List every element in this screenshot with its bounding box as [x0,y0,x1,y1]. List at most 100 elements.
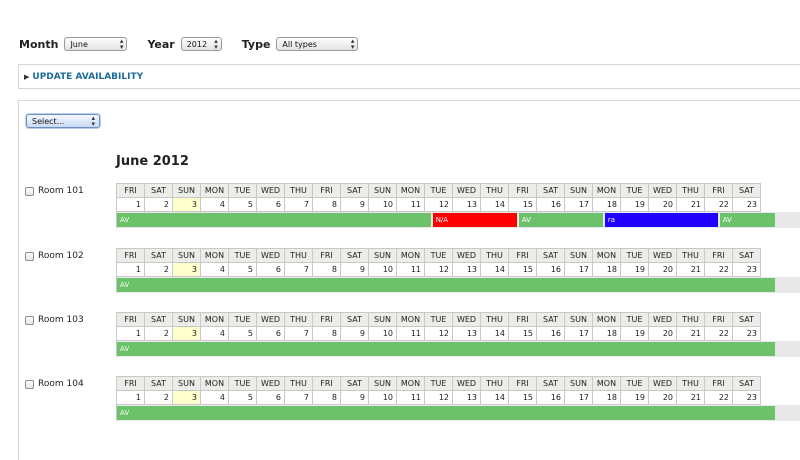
date-cell[interactable]: 1 [116,390,145,405]
date-cell[interactable]: 22 [704,326,733,341]
availability-segment-na[interactable]: N/A [432,213,517,227]
date-cell[interactable]: 13 [452,197,481,212]
date-cell[interactable]: 19 [620,262,649,277]
date-cell[interactable]: 8 [312,197,341,212]
date-cell[interactable]: 21 [676,197,705,212]
date-cell[interactable]: 12 [424,197,453,212]
type-select[interactable]: All types ▴ ▾ [276,37,359,51]
date-cell[interactable]: 9 [340,390,369,405]
bulk-action-select[interactable]: Select... ▴ ▾ [26,114,100,128]
date-cell[interactable]: 16 [536,326,565,341]
date-cell[interactable]: 2 [144,197,173,212]
date-cell[interactable]: 15 [508,326,537,341]
date-cell[interactable]: 13 [452,262,481,277]
date-cell[interactable]: 20 [648,197,677,212]
availability-segment-available[interactable]: AV [518,213,603,227]
date-cell[interactable]: 15 [508,262,537,277]
date-cell[interactable]: 4 [200,390,229,405]
date-cell[interactable]: 23 [732,326,761,341]
date-cell[interactable]: 17 [564,390,593,405]
date-cell[interactable]: 12 [424,326,453,341]
year-select[interactable]: 2012 ▴ ▾ [180,37,222,51]
date-cell[interactable]: 3 [172,197,201,212]
date-cell[interactable]: 8 [312,390,341,405]
update-availability-link[interactable]: UPDATE AVAILABILITY [32,72,143,82]
date-cell[interactable]: 3 [172,390,201,405]
date-cell[interactable]: 16 [536,390,565,405]
date-cell[interactable]: 10 [368,390,397,405]
date-cell[interactable]: 18 [592,390,621,405]
date-cell[interactable]: 6 [256,197,285,212]
date-cell[interactable]: 18 [592,326,621,341]
date-cell[interactable]: 16 [536,197,565,212]
date-cell[interactable]: 23 [732,262,761,277]
date-cell[interactable]: 7 [284,390,313,405]
date-cell[interactable]: 17 [564,326,593,341]
date-cell[interactable]: 11 [396,390,425,405]
date-cell[interactable]: 14 [480,197,509,212]
date-cell[interactable]: 2 [144,262,173,277]
date-cell[interactable]: 12 [424,262,453,277]
availability-segment-available[interactable]: AV [117,213,431,227]
date-cell[interactable]: 22 [704,262,733,277]
date-cell[interactable]: 10 [368,262,397,277]
date-cell[interactable]: 10 [368,197,397,212]
date-cell[interactable]: 7 [284,197,313,212]
availability-segment-available[interactable]: AV [719,213,776,227]
availability-segment-available[interactable]: AV [117,342,776,356]
date-cell[interactable]: 15 [508,197,537,212]
date-cell[interactable]: 4 [200,197,229,212]
date-cell[interactable]: 12 [424,390,453,405]
date-cell[interactable]: 15 [508,390,537,405]
room-checkbox[interactable] [25,379,34,389]
date-cell[interactable]: 11 [396,326,425,341]
date-cell[interactable]: 19 [620,390,649,405]
date-cell[interactable]: 9 [340,262,369,277]
date-cell[interactable]: 1 [116,326,145,341]
date-cell[interactable]: 10 [368,326,397,341]
date-cell[interactable]: 13 [452,390,481,405]
date-cell[interactable]: 4 [200,326,229,341]
date-cell[interactable]: 18 [592,262,621,277]
date-cell[interactable]: 22 [704,197,733,212]
date-cell[interactable]: 3 [172,262,201,277]
room-checkbox[interactable] [25,251,34,261]
date-cell[interactable]: 21 [676,390,705,405]
date-cell[interactable]: 11 [396,262,425,277]
date-cell[interactable]: 19 [620,197,649,212]
month-select[interactable]: June ▴ ▾ [64,37,128,51]
date-cell[interactable]: 7 [284,326,313,341]
date-cell[interactable]: 1 [116,262,145,277]
date-cell[interactable]: 17 [564,262,593,277]
date-cell[interactable]: 20 [648,390,677,405]
availability-segment-available[interactable]: AV [117,278,776,292]
date-cell[interactable]: 5 [228,197,257,212]
room-checkbox[interactable] [25,315,34,325]
date-cell[interactable]: 23 [732,390,761,405]
date-cell[interactable]: 5 [228,262,257,277]
date-cell[interactable]: 8 [312,326,341,341]
date-cell[interactable]: 18 [592,197,621,212]
date-cell[interactable]: 11 [396,197,425,212]
room-checkbox[interactable] [25,186,34,196]
date-cell[interactable]: 2 [144,390,173,405]
date-cell[interactable]: 14 [480,390,509,405]
date-cell[interactable]: 19 [620,326,649,341]
date-cell[interactable]: 9 [340,197,369,212]
date-cell[interactable]: 5 [228,390,257,405]
date-cell[interactable]: 14 [480,326,509,341]
date-cell[interactable]: 20 [648,326,677,341]
date-cell[interactable]: 17 [564,197,593,212]
date-cell[interactable]: 20 [648,262,677,277]
date-cell[interactable]: 6 [256,326,285,341]
date-cell[interactable]: 6 [256,390,285,405]
availability-segment-ra[interactable]: ra [604,213,718,227]
update-availability-bar[interactable]: ▶ UPDATE AVAILABILITY [18,64,800,89]
date-cell[interactable]: 5 [228,326,257,341]
date-cell[interactable]: 9 [340,326,369,341]
date-cell[interactable]: 21 [676,262,705,277]
date-cell[interactable]: 23 [732,197,761,212]
date-cell[interactable]: 8 [312,262,341,277]
date-cell[interactable]: 13 [452,326,481,341]
date-cell[interactable]: 2 [144,326,173,341]
